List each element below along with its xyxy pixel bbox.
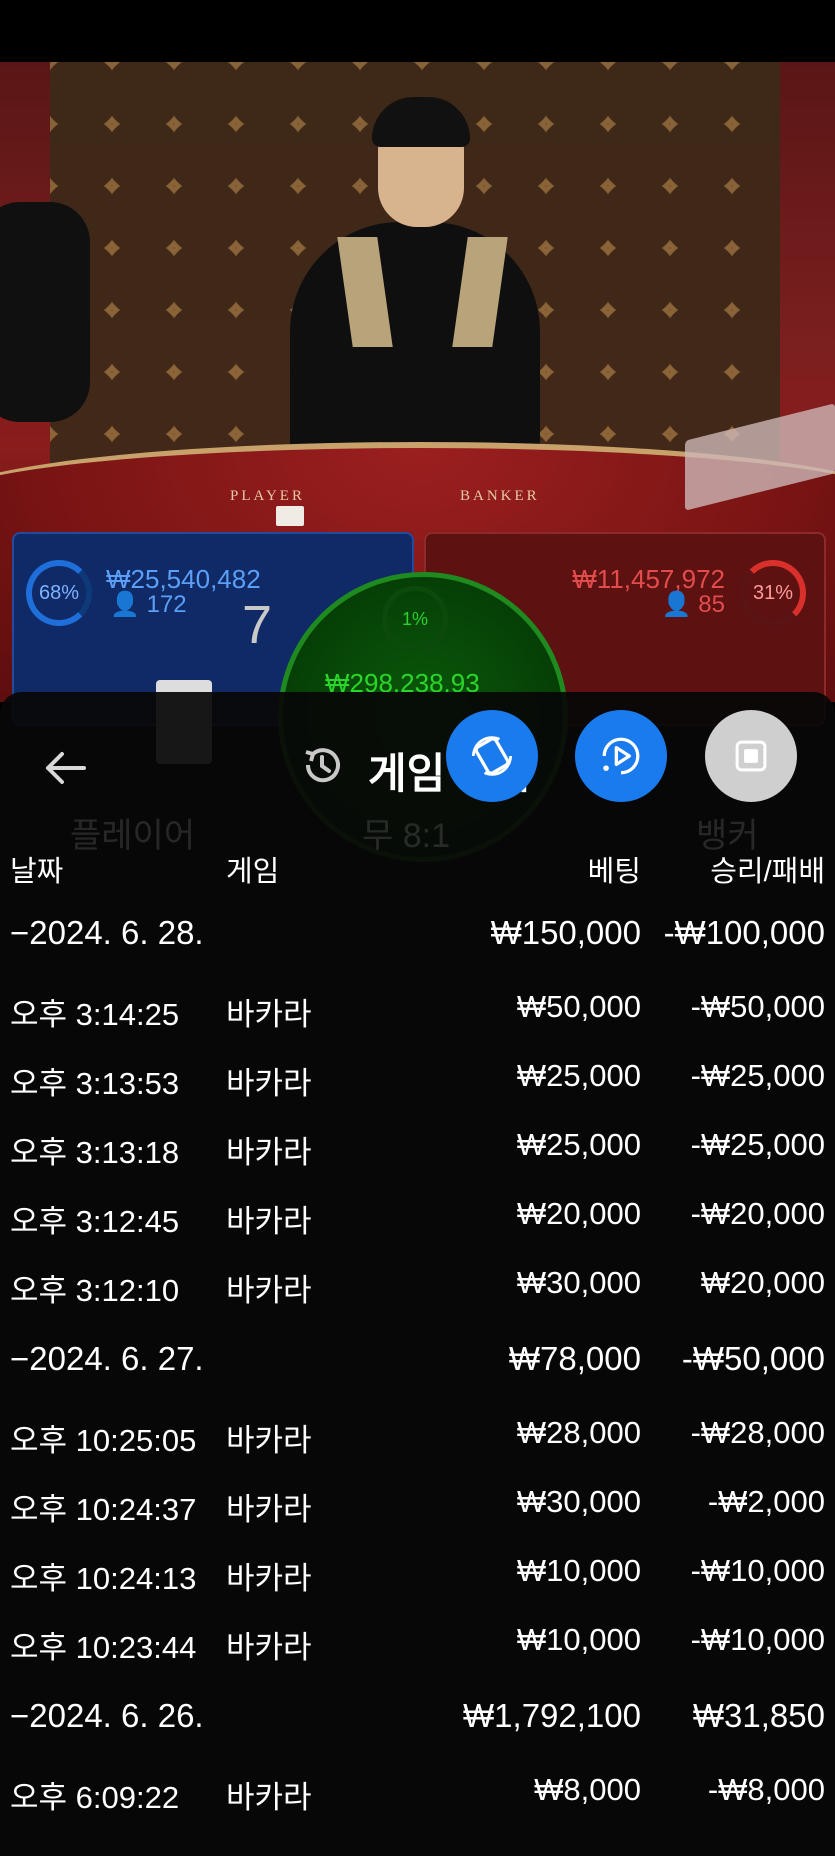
history-row[interactable]: 오후 3:14:25 바카라 ₩50,000 -₩50,000 (0, 989, 835, 1039)
felt-player-label: PLAYER (230, 488, 305, 504)
row-result: -₩25,000 (690, 1127, 825, 1162)
history-row[interactable]: 오후 3:13:53 바카라 ₩25,000 -₩25,000 (0, 1058, 835, 1108)
row-result: -₩28,000 (690, 1415, 825, 1450)
row-bet: ₩25,000 (516, 1127, 641, 1162)
row-date: 오후 10:23:44 (10, 1630, 197, 1665)
replay-video-icon (602, 737, 640, 775)
row-date: 오후 3:12:10 (10, 1273, 180, 1308)
stop-square-icon (735, 740, 767, 772)
row-bet: ₩8,000 (534, 1772, 641, 1807)
banker-percent-ring: 31% (740, 560, 806, 626)
row-date: 오후 10:25:05 (10, 1423, 197, 1458)
row-game: 바카라 (226, 1204, 312, 1239)
rotate-cycle-button[interactable] (446, 710, 538, 802)
banker-count: 👤 85 (662, 590, 725, 619)
row-date: 오후 3:14:25 (10, 997, 180, 1032)
date-group-row[interactable]: −2024. 6. 26. ₩1,792,100 ₩31,850 (0, 1697, 835, 1747)
ghost-tie-label: 무 8:1 (362, 817, 450, 855)
column-header-bet[interactable]: 베팅 (588, 848, 641, 890)
row-result: -₩10,000 (690, 1622, 825, 1657)
row-date: 오후 6:09:22 (10, 1780, 180, 1815)
row-bet: ₩30,000 (516, 1265, 641, 1300)
history-row[interactable]: 오후 10:23:44 바카라 ₩10,000 -₩10,000 (0, 1622, 835, 1672)
replay-video-button[interactable] (575, 710, 667, 802)
date-group-row[interactable]: −2024. 6. 27. ₩78,000 -₩50,000 (0, 1340, 835, 1390)
player-count: 👤 172 (110, 590, 187, 619)
playing-card (276, 506, 304, 526)
row-bet: ₩78,000 (508, 1340, 641, 1377)
history-row[interactable]: 오후 10:24:13 바카라 ₩10,000 -₩10,000 (0, 1553, 835, 1603)
user-icon: 👤 (110, 591, 140, 618)
history-row[interactable]: 오후 10:24:37 바카라 ₩30,000 -₩2,000 (0, 1484, 835, 1534)
ghost-player-label: 플레이어 (70, 817, 196, 855)
row-result: -₩100,000 (663, 914, 825, 951)
row-result: -₩25,000 (690, 1058, 825, 1093)
felt-banker-label: BANKER (460, 488, 540, 504)
row-game: 바카라 (226, 1273, 312, 1308)
row-bet: ₩10,000 (516, 1622, 641, 1657)
row-date: −2024. 6. 26. (10, 1697, 204, 1734)
player-count-value: 172 (146, 591, 187, 618)
row-bet: ₩28,000 (516, 1415, 641, 1450)
row-result: -₩50,000 (690, 989, 825, 1024)
player-percent-ring: 68% (26, 560, 92, 626)
row-date: 오후 3:12:45 (10, 1204, 180, 1239)
row-result: ₩20,000 (700, 1265, 825, 1300)
row-bet: ₩20,000 (516, 1196, 641, 1231)
row-bet: ₩10,000 (516, 1553, 641, 1588)
row-bet: ₩50,000 (516, 989, 641, 1024)
row-game: 바카라 (226, 1780, 312, 1815)
column-header-result[interactable]: 승리/패배 (710, 848, 825, 890)
history-row[interactable]: 오후 3:13:18 바카라 ₩25,000 -₩25,000 (0, 1127, 835, 1177)
back-arrow-icon[interactable] (40, 748, 90, 788)
banker-count-value: 85 (698, 591, 725, 618)
history-row[interactable]: 오후 3:12:45 바카라 ₩20,000 -₩20,000 (0, 1196, 835, 1246)
stop-button[interactable] (705, 710, 797, 802)
row-result: -₩10,000 (690, 1553, 825, 1588)
row-game: 바카라 (226, 1423, 312, 1458)
row-bet: ₩150,000 (490, 914, 641, 951)
row-game: 바카라 (226, 1492, 312, 1527)
row-bet: ₩30,000 (516, 1484, 641, 1519)
player-score: 7 (242, 595, 273, 655)
history-row[interactable]: 오후 3:12:10 바카라 ₩30,000 ₩20,000 (0, 1265, 835, 1315)
row-date: 오후 3:13:18 (10, 1135, 180, 1170)
row-date: 오후 3:13:53 (10, 1066, 180, 1101)
column-header-game[interactable]: 게임 (226, 848, 279, 890)
user-icon: 👤 (661, 591, 692, 618)
row-date: −2024. 6. 28. (10, 914, 204, 951)
column-header-date[interactable]: 날짜 (10, 848, 63, 890)
row-bet: ₩1,792,100 (463, 1697, 641, 1734)
row-game: 바카라 (226, 997, 312, 1032)
row-result: -₩8,000 (707, 1772, 825, 1807)
row-date: 오후 10:24:13 (10, 1561, 197, 1596)
history-row[interactable]: 오후 10:25:05 바카라 ₩28,000 -₩28,000 (0, 1415, 835, 1465)
row-date: −2024. 6. 27. (10, 1340, 204, 1377)
row-result: -₩50,000 (681, 1340, 825, 1377)
history-clock-icon (296, 740, 346, 790)
row-result: -₩20,000 (690, 1196, 825, 1231)
row-result: ₩31,850 (692, 1697, 825, 1734)
dealer-arm-left (0, 202, 90, 422)
row-result: -₩2,000 (707, 1484, 825, 1519)
row-date: 오후 10:24:37 (10, 1492, 197, 1527)
row-bet: ₩25,000 (516, 1058, 641, 1093)
row-game: 바카라 (226, 1561, 312, 1596)
history-row[interactable]: 오후 6:09:22 바카라 ₩8,000 -₩8,000 (0, 1772, 835, 1822)
row-game: 바카라 (226, 1066, 312, 1101)
row-game: 바카라 (226, 1630, 312, 1665)
tie-percent-ring: 1% (382, 586, 448, 652)
rotate-cycle-icon (471, 736, 513, 776)
row-game: 바카라 (226, 1135, 312, 1170)
date-group-row[interactable]: −2024. 6. 28. ₩150,000 -₩100,000 (0, 914, 835, 964)
